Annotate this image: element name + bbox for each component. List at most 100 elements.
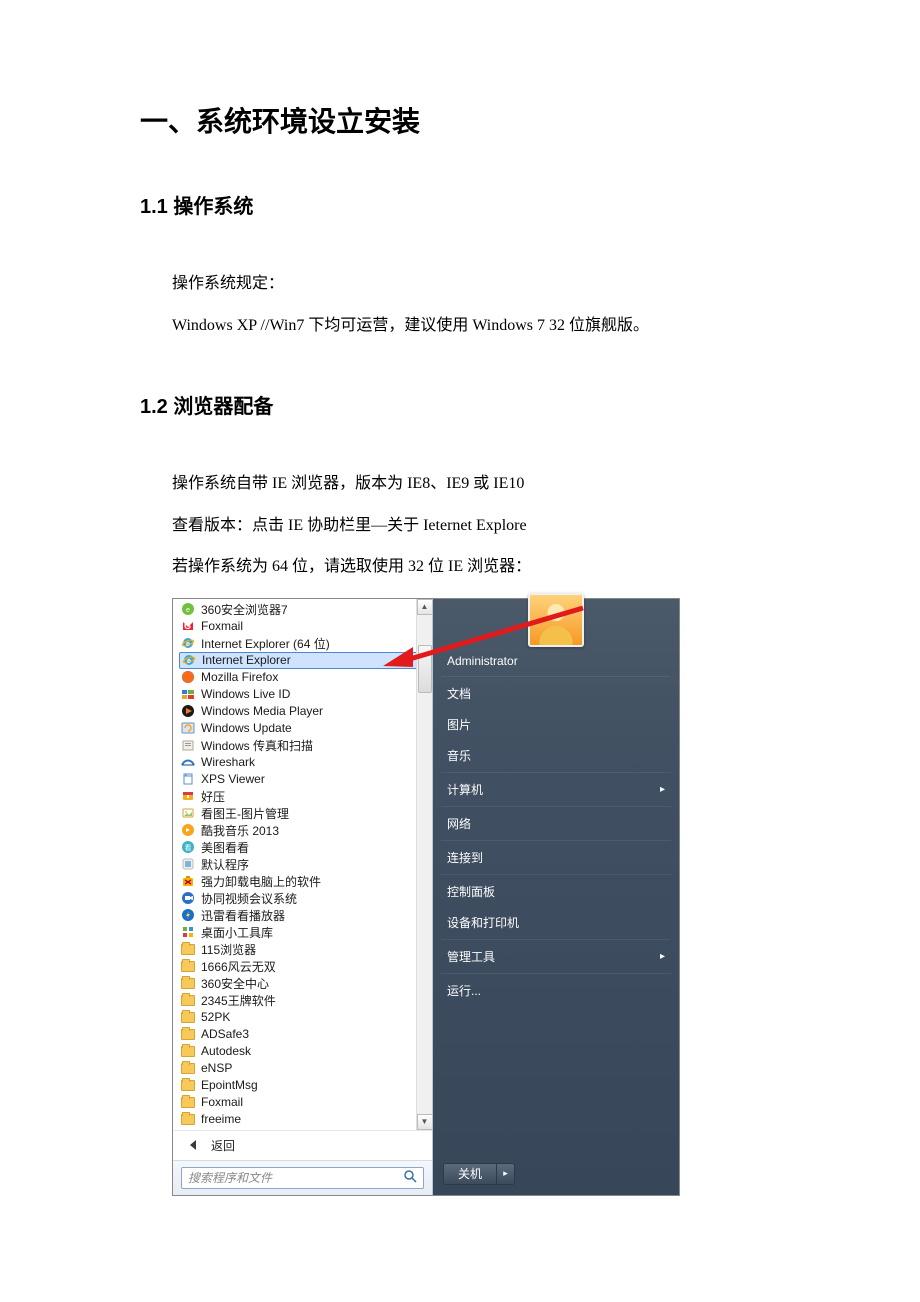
program-item[interactable]: Foxmail (173, 1094, 432, 1111)
program-item[interactable]: freeime (173, 1111, 432, 1128)
ie-icon: e (182, 653, 196, 667)
program-item[interactable]: eInternet Explorer (64 位) (173, 635, 432, 652)
scroll-thumb[interactable] (418, 645, 432, 693)
back-button[interactable]: 返回 (173, 1130, 432, 1160)
scroll-down-button[interactable]: ▼ (417, 1114, 433, 1130)
foxmail-icon: G (181, 619, 195, 633)
right-pane-item[interactable]: 控制面板 (433, 876, 679, 907)
program-item[interactable]: Windows Media Player (173, 703, 432, 720)
haozip-icon (181, 789, 195, 803)
program-item[interactable]: eNSP (173, 1060, 432, 1077)
folder-icon (181, 1061, 195, 1075)
start-menu-screenshot: e 360安全浏览器7 G Foxmail eInternet Explorer (64… (172, 598, 680, 1196)
program-item[interactable]: 2345王牌软件 (173, 992, 432, 1009)
program-label: 美图看看 (201, 839, 249, 856)
program-item[interactable]: 强力卸载电脑上的软件 (173, 873, 432, 890)
user-avatar[interactable] (528, 593, 584, 647)
program-list[interactable]: e 360安全浏览器7 G Foxmail eInternet Explorer (64… (173, 599, 432, 1130)
program-item[interactable]: Windows Live ID (173, 686, 432, 703)
right-item-label: 文档 (447, 685, 471, 702)
right-item-label: 运行... (447, 982, 481, 999)
program-item[interactable]: e 360安全浏览器7 (173, 601, 432, 618)
liveid-icon (181, 687, 195, 701)
program-item[interactable]: Mozilla Firefox (173, 669, 432, 686)
right-pane-item[interactable]: 连接到 (433, 842, 679, 873)
svg-text:e: e (186, 607, 190, 614)
submenu-arrow-icon: ▸ (660, 951, 665, 962)
folder-icon (181, 1010, 195, 1024)
scroll-up-button[interactable]: ▲ (417, 599, 433, 615)
svg-text:看: 看 (185, 844, 192, 852)
program-item[interactable]: 看 美图看看 (173, 839, 432, 856)
right-item-label: 音乐 (447, 747, 471, 764)
shutdown-label: 关机 (458, 1165, 482, 1182)
folder-icon (181, 1044, 195, 1058)
fax-icon (181, 738, 195, 752)
program-label: 强力卸载电脑上的软件 (201, 873, 321, 890)
svg-text:e: e (186, 641, 190, 648)
program-item[interactable]: Windows 传真和扫描 (173, 737, 432, 754)
right-pane-item[interactable]: 计算机▸ (433, 774, 679, 805)
program-item[interactable]: 酷我音乐 2013 (173, 822, 432, 839)
wireshark-icon (181, 755, 195, 769)
shutdown-button[interactable]: 关机 (444, 1164, 496, 1184)
program-label: 2345王牌软件 (201, 992, 276, 1009)
program-item[interactable]: ADSafe3 (173, 1026, 432, 1043)
right-pane-item[interactable]: 文档 (433, 678, 679, 709)
program-label: Windows Update (201, 721, 292, 735)
program-item[interactable]: 协同视频会议系统 (173, 890, 432, 907)
program-label: 桌面小工具库 (201, 924, 273, 941)
program-label: freeime (201, 1112, 241, 1126)
program-item[interactable]: Wireshark (173, 754, 432, 771)
search-input[interactable]: 搜索程序和文件 (181, 1167, 424, 1189)
folder-icon (181, 1112, 195, 1126)
program-item[interactable]: 52PK (173, 1009, 432, 1026)
right-pane-item[interactable]: 图片 (433, 709, 679, 740)
program-item[interactable]: 看图王-图片管理 (173, 805, 432, 822)
right-item-label: 计算机 (447, 781, 483, 798)
program-item[interactable]: 迅雷看看播放器 (173, 907, 432, 924)
program-item[interactable]: eInternet Explorer (179, 652, 426, 669)
program-label: Foxmail (201, 1095, 243, 1109)
ie-icon: e (181, 636, 195, 650)
program-item[interactable]: G Foxmail (173, 618, 432, 635)
para-browser-2: 查看版本：点击 IE 协助栏里—关于 Ieternet Explore (172, 505, 780, 547)
program-item[interactable]: Windows Update (173, 720, 432, 737)
right-pane-item[interactable]: 设备和打印机 (433, 907, 679, 938)
program-item[interactable]: 桌面小工具库 (173, 924, 432, 941)
program-label: Foxmail (201, 619, 243, 633)
program-item[interactable]: 115浏览器 (173, 941, 432, 958)
avatar-icon (530, 595, 582, 645)
program-item[interactable]: 1666风云无双 (173, 958, 432, 975)
heading-1-2: 1.2 浏览器配备 (140, 390, 780, 419)
program-item[interactable]: 360安全中心 (173, 975, 432, 992)
program-item[interactable]: EpointMsg (173, 1077, 432, 1094)
right-item-label: 连接到 (447, 849, 483, 866)
right-pane-item[interactable]: 管理工具▸ (433, 941, 679, 972)
right-pane-item[interactable]: 音乐 (433, 740, 679, 771)
para-browser-1: 操作系统自带 IE 浏览器，版本为 IE8、IE9 或 IE10 (172, 463, 780, 505)
right-item-label: 设备和打印机 (447, 914, 519, 931)
shutdown-options-button[interactable]: ▸ (496, 1164, 514, 1184)
right-pane-item[interactable]: 运行... (433, 975, 679, 1006)
program-item[interactable]: Autodesk (173, 1043, 432, 1060)
user-name[interactable]: Administrator (433, 647, 679, 675)
back-label: 返回 (211, 1137, 235, 1154)
program-item[interactable]: XPS Viewer (173, 771, 432, 788)
program-item[interactable]: 默认程序 (173, 856, 432, 873)
right-pane-item[interactable]: 网络 (433, 808, 679, 839)
program-label: Wireshark (201, 755, 255, 769)
xps-icon (181, 772, 195, 786)
kuwo-icon (181, 823, 195, 837)
kantu-icon (181, 806, 195, 820)
folder-icon (181, 976, 195, 990)
uninstall-icon (181, 874, 195, 888)
search-placeholder-text: 搜索程序和文件 (188, 1169, 272, 1186)
program-label: Windows Media Player (201, 704, 323, 718)
firefox-icon (181, 670, 195, 684)
separator (441, 772, 671, 773)
program-item[interactable]: 好压 (173, 788, 432, 805)
program-label: 360安全浏览器7 (201, 601, 288, 618)
shutdown-row: 关机 ▸ (433, 1155, 679, 1195)
scrollbar[interactable]: ▲ ▼ (416, 599, 432, 1130)
